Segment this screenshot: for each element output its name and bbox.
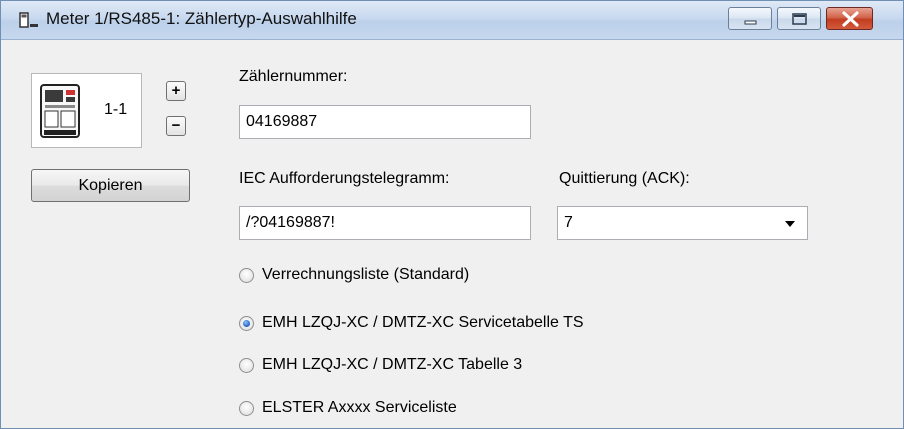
radio-icon[interactable] <box>239 358 254 373</box>
copy-button[interactable]: Kopieren <box>31 169 190 202</box>
radio-icon[interactable] <box>239 268 254 283</box>
maximize-button[interactable] <box>777 7 821 30</box>
maximize-icon <box>792 13 807 25</box>
add-meter-button[interactable]: + <box>166 81 186 101</box>
app-icon <box>19 12 38 28</box>
meter-tile-label: 1-1 <box>104 101 128 118</box>
title-bar[interactable]: Meter 1/RS485-1: Zählertyp-Auswahlhilfe <box>1 1 903 40</box>
option-label: Verrechnungsliste (Standard) <box>262 266 470 283</box>
radio-icon[interactable] <box>239 401 254 416</box>
minimize-button[interactable] <box>728 7 772 30</box>
chevron-down-icon[interactable] <box>785 221 795 227</box>
ack-select[interactable]: 7 <box>557 206 808 240</box>
window-title: Meter 1/RS485-1: Zählertyp-Auswahlhilfe <box>46 9 357 28</box>
close-icon <box>842 11 859 27</box>
option-label: EMH LZQJ-XC / DMTZ-XC Tabelle 3 <box>262 356 523 373</box>
minimize-icon <box>744 20 757 25</box>
dialog-window: Meter 1/RS485-1: Zählertyp-Auswahlhilfe <box>0 0 904 429</box>
ack-select-value: 7 <box>564 214 573 231</box>
electricity-meter-icon <box>40 84 80 138</box>
ack-label: Quittierung (ACK): <box>559 170 690 187</box>
meter-number-field[interactable]: 04169887 <box>239 105 531 139</box>
remove-meter-button[interactable]: − <box>166 116 186 136</box>
meter-tile[interactable]: 1-1 <box>31 73 142 148</box>
close-button[interactable] <box>826 7 873 30</box>
option-label: EMH LZQJ-XC / DMTZ-XC Servicetabelle TS <box>262 314 584 331</box>
option-label: ELSTER Axxxx Serviceliste <box>262 399 457 416</box>
radio-selected-icon[interactable] <box>239 316 254 331</box>
iec-request-label: IEC Aufforderungstelegramm: <box>239 170 450 187</box>
iec-request-field[interactable]: /?04169887! <box>239 206 531 240</box>
meter-number-label: Zählernummer: <box>239 68 348 85</box>
